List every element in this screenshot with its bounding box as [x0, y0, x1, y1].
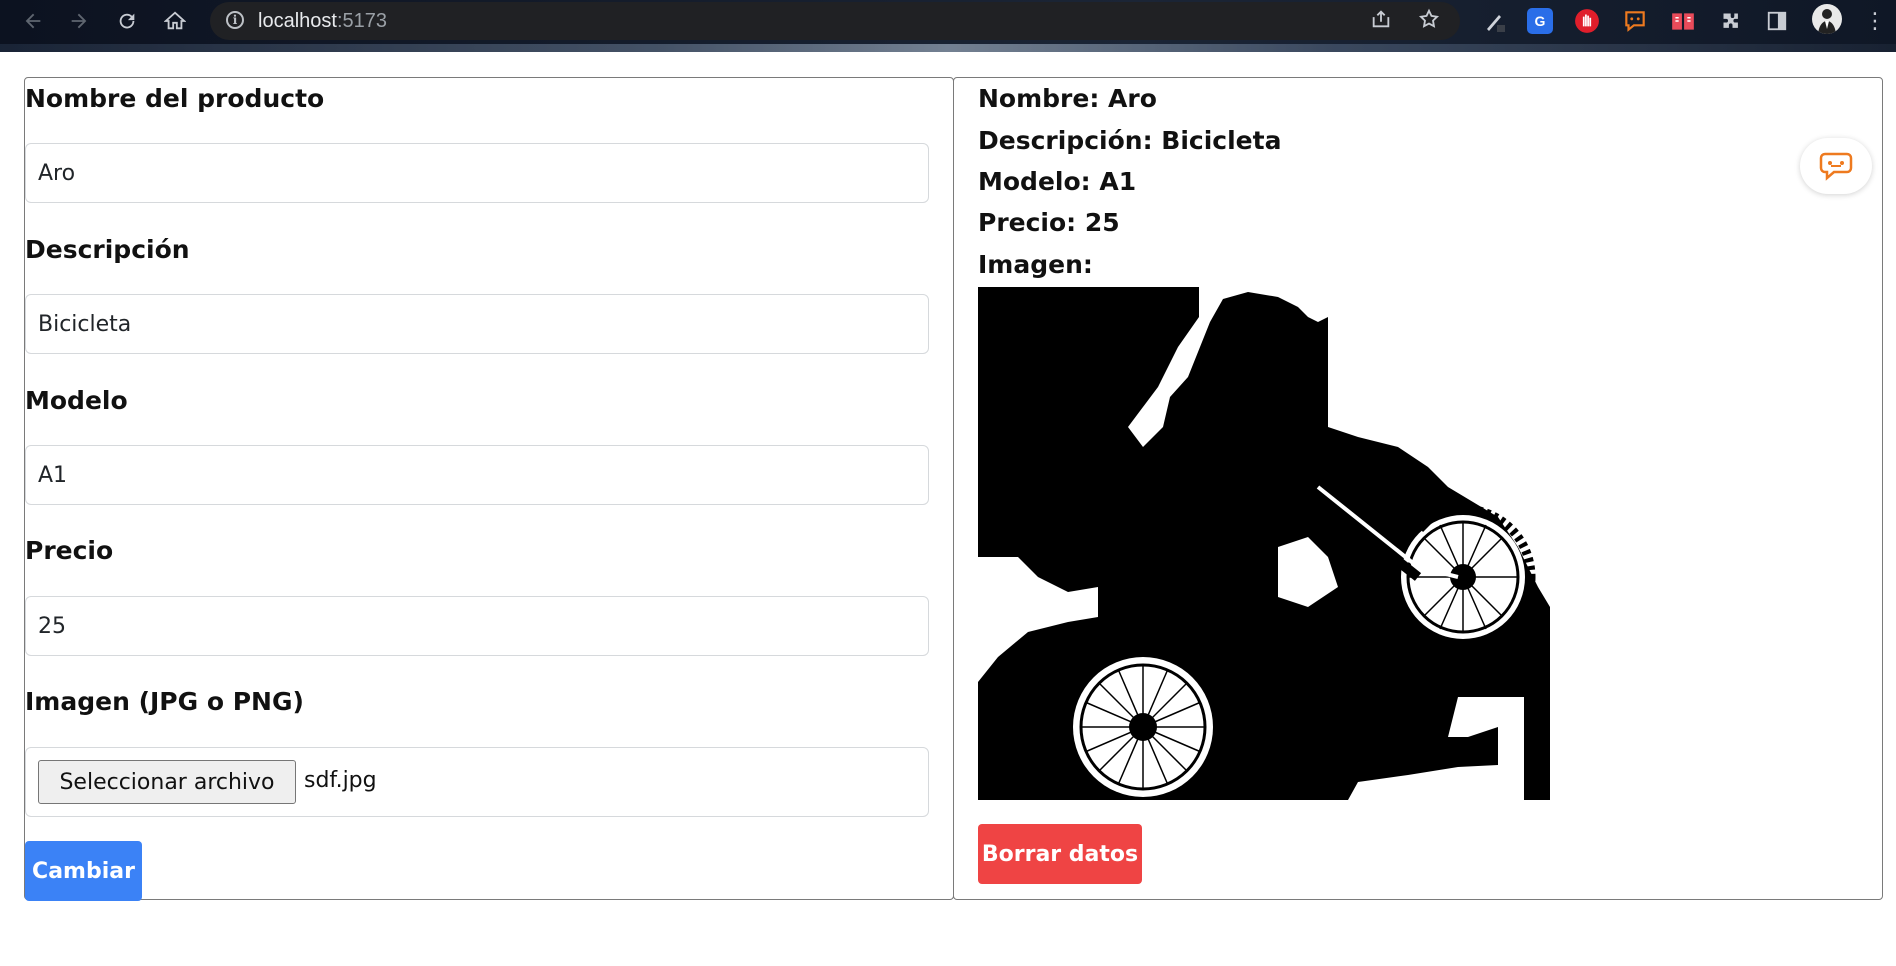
sidepanel-icon[interactable] [1764, 8, 1790, 34]
site-info-icon[interactable]: i [226, 11, 244, 29]
url-text: localhost:5173 [258, 10, 387, 32]
home-icon[interactable] [160, 6, 190, 36]
label-imagen: Imagen (JPG o PNG) [25, 687, 304, 716]
profile-avatar[interactable] [1812, 4, 1842, 34]
chat-icon[interactable] [1622, 8, 1648, 34]
puzzle-icon[interactable] [1718, 8, 1744, 34]
theme-background [0, 44, 1896, 52]
address-bar[interactable]: i localhost:5173 [210, 2, 1460, 40]
book-icon[interactable] [1670, 8, 1696, 34]
modelo-input[interactable] [25, 445, 929, 505]
label-modelo: Modelo [25, 386, 128, 415]
bookmark-star-icon[interactable] [1418, 8, 1440, 36]
label-descripcion: Descripción [25, 235, 190, 264]
back-icon[interactable] [18, 6, 48, 36]
detail-descripcion: Descripción: Bicicleta [978, 126, 1282, 155]
detail-imagen: Imagen: [978, 250, 1093, 279]
reload-icon[interactable] [112, 6, 142, 36]
chat-bubble-icon [1819, 152, 1853, 181]
choose-file-button[interactable]: Seleccionar archivo [38, 760, 296, 804]
floating-chat-button[interactable] [1800, 138, 1872, 194]
cambiar-button[interactable]: Cambiar [25, 841, 142, 901]
detail-precio: Precio: 25 [978, 208, 1120, 237]
label-nombre: Nombre del producto [25, 84, 325, 113]
detail-modelo: Modelo: A1 [978, 167, 1137, 196]
product-details: Nombre: Aro Descripción: Bicicleta Model… [953, 77, 1883, 900]
product-form: Nombre del producto Descripción Modelo P… [24, 77, 954, 901]
nombre-input[interactable] [25, 143, 929, 203]
detail-nombre: Nombre: Aro [978, 84, 1157, 113]
stop-hand-icon[interactable] [1574, 8, 1600, 34]
product-image [978, 287, 1550, 800]
precio-input[interactable] [25, 596, 929, 656]
image-file-input[interactable]: Seleccionar archivo sdf.jpg [25, 747, 929, 817]
translate-icon[interactable]: G [1527, 8, 1553, 34]
descripcion-input[interactable] [25, 294, 929, 354]
pen-tool-icon[interactable] [1482, 8, 1508, 34]
label-precio: Precio [25, 536, 114, 565]
share-icon[interactable] [1370, 8, 1392, 36]
forward-icon[interactable] [64, 6, 94, 36]
browser-toolbar: i localhost:5173 G ⋮ [0, 0, 1896, 52]
borrar-datos-button[interactable]: Borrar datos [978, 824, 1142, 884]
selected-file-name: sdf.jpg [304, 768, 377, 793]
menu-kebab-icon[interactable]: ⋮ [1862, 8, 1888, 34]
